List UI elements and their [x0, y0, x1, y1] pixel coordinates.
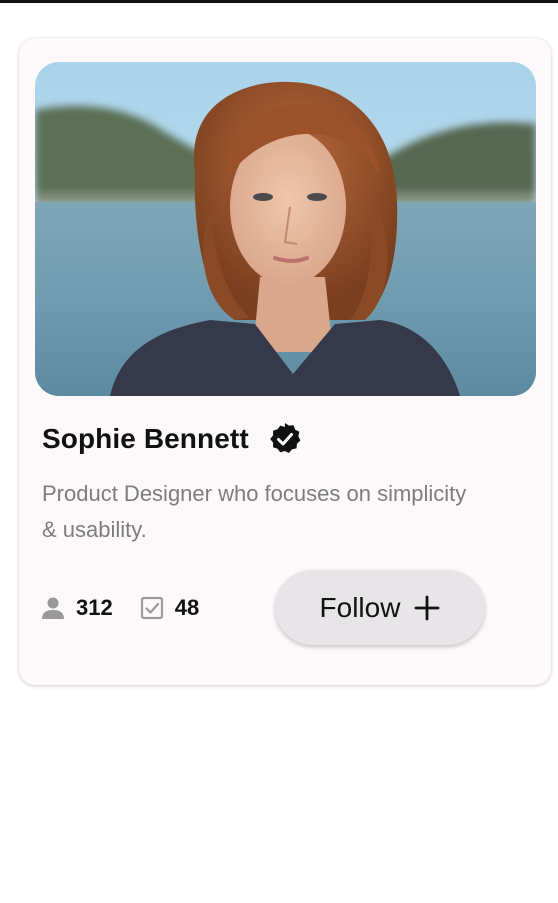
person-icon — [40, 595, 66, 621]
stats-row: 312 48 — [40, 591, 199, 625]
tasks-count: 48 — [174, 595, 200, 620]
top-edge-bar — [0, 0, 558, 3]
tasks-stat: 48 — [139, 595, 199, 621]
follow-button-label: Follow — [319, 591, 401, 623]
verified-badge-icon — [267, 421, 303, 457]
profile-photo — [35, 62, 536, 396]
plus-icon — [414, 595, 440, 621]
profile-name: Sophie Bennett — [42, 423, 249, 454]
follow-button[interactable]: Follow — [275, 570, 485, 645]
profile-card: Sophie Bennett Product Designer who focu… — [19, 38, 551, 685]
followers-stat: 312 — [40, 595, 113, 621]
name-row: Sophie Bennett — [42, 421, 303, 457]
profile-bio: Product Designer who focuses on simplici… — [42, 481, 467, 542]
followers-count: 312 — [76, 595, 113, 620]
checkbox-icon — [139, 595, 165, 621]
